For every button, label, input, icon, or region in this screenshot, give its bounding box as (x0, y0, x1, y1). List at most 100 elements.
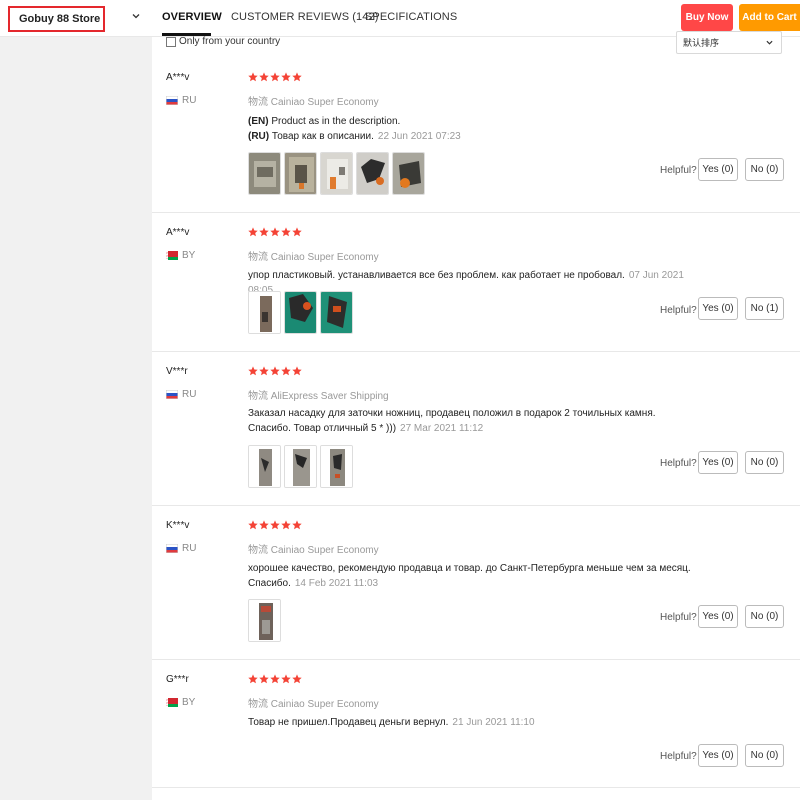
belarus-flag-icon (166, 251, 178, 260)
star-rating (248, 366, 302, 376)
review-body: упор пластиковый. устанавливается все бе… (248, 270, 625, 281)
review-photos (248, 152, 425, 195)
review-photo-thumbnail[interactable] (284, 291, 317, 334)
review-photo-thumbnail[interactable] (356, 152, 389, 195)
review-photo-thumbnail[interactable] (248, 152, 281, 195)
review-text-en: Product as in the description. (271, 116, 401, 127)
shipping-method: 物流 Cainiao Super Economy (248, 699, 379, 710)
review-date: 14 Feb 2021 11:03 (294, 578, 379, 589)
helpful-no-button[interactable]: No (1) (745, 297, 784, 320)
chevron-down-icon[interactable] (132, 12, 140, 20)
review-photo-thumbnail[interactable] (248, 599, 281, 642)
star-icon (270, 366, 280, 376)
star-icon (259, 366, 269, 376)
helpful-yes-button[interactable]: Yes (0) (698, 297, 738, 320)
reviewer-name: K***v (166, 520, 190, 531)
tab-overview[interactable]: OVERVIEW (162, 11, 222, 23)
reviewer-country: BY (182, 697, 196, 708)
sort-dropdown[interactable]: 默认排序 (676, 31, 782, 54)
left-sidebar-panel (0, 37, 152, 800)
helpful-no-button[interactable]: No (0) (745, 744, 784, 767)
review-photo-thumbnail[interactable] (320, 291, 353, 334)
star-icon (259, 674, 269, 684)
only-country-checkbox[interactable] (166, 36, 176, 47)
review-item: G***r BY 物流 Cainiao Super Economy Товар … (152, 660, 800, 788)
helpful-yes-button[interactable]: Yes (0) (698, 158, 738, 181)
star-icon (270, 520, 280, 530)
shipping-method: 物流 AliExpress Saver Shipping (248, 391, 389, 402)
helpful-no-button[interactable]: No (0) (745, 451, 784, 474)
star-icon (281, 227, 291, 237)
add-to-cart-button[interactable]: Add to Cart (739, 4, 800, 31)
review-text: хорошее качество, рекомендую продавца и … (248, 561, 718, 591)
review-body: Товар не пришел.Продавец деньги вернул. (248, 717, 449, 728)
helpful-label: Helpful? (660, 612, 697, 623)
review-text: Товар не пришел.Продавец деньги вернул. 2… (248, 715, 688, 730)
star-icon (259, 227, 269, 237)
country-filter: Only from your country (166, 36, 280, 47)
review-photo-thumbnail[interactable] (284, 152, 317, 195)
helpful-no-button[interactable]: No (0) (745, 605, 784, 628)
tab-specifications[interactable]: SPECIFICATIONS (365, 11, 457, 23)
review-photo-thumbnail[interactable] (320, 445, 353, 488)
helpful-no-button[interactable]: No (0) (745, 158, 784, 181)
russia-flag-icon (166, 96, 178, 105)
shipping-method: 物流 Cainiao Super Economy (248, 545, 379, 556)
star-icon (259, 72, 269, 82)
star-icon (292, 520, 302, 530)
review-date: 22 Jun 2021 07:23 (377, 131, 461, 142)
star-rating (248, 674, 302, 684)
helpful-yes-button[interactable]: Yes (0) (698, 744, 738, 767)
review-photo-thumbnail[interactable] (392, 152, 425, 195)
belarus-flag-icon (166, 698, 178, 707)
store-name: Gobuy 88 Store (19, 13, 101, 25)
review-photos (248, 291, 353, 334)
helpful-yes-button[interactable]: Yes (0) (698, 605, 738, 628)
review-text: (EN) Product as in the description. (RU)… (248, 114, 688, 144)
tab-customer-reviews[interactable]: CUSTOMER REVIEWS (142) (231, 11, 378, 23)
reviewer-country: BY (182, 250, 196, 261)
only-country-label[interactable]: Only from your country (179, 36, 280, 47)
review-text-ru: Товар как в описании. (271, 131, 374, 142)
reviewer-name: A***v (166, 72, 190, 83)
star-icon (259, 520, 269, 530)
chevron-down-icon (766, 39, 773, 46)
lang-tag-ru: (RU) (248, 131, 270, 142)
helpful-yes-button[interactable]: Yes (0) (698, 451, 738, 474)
star-rating (248, 520, 302, 530)
star-icon (281, 520, 291, 530)
star-icon (292, 674, 302, 684)
review-photo-thumbnail[interactable] (248, 291, 281, 334)
helpful-label: Helpful? (660, 458, 697, 469)
star-icon (248, 366, 258, 376)
star-icon (292, 227, 302, 237)
review-photo-thumbnail[interactable] (320, 152, 353, 195)
shipping-method: 物流 Cainiao Super Economy (248, 252, 379, 263)
star-icon (248, 674, 258, 684)
buy-now-button[interactable]: Buy Now (681, 4, 733, 31)
star-icon (270, 72, 280, 82)
star-icon (270, 674, 280, 684)
russia-flag-icon (166, 544, 178, 553)
review-photos (248, 445, 353, 488)
star-icon (248, 227, 258, 237)
star-rating (248, 227, 302, 237)
reviewer-country: RU (182, 543, 197, 554)
star-icon (281, 674, 291, 684)
star-icon (281, 366, 291, 376)
review-photo-thumbnail[interactable] (284, 445, 317, 488)
review-photo-thumbnail[interactable] (248, 445, 281, 488)
star-icon (292, 366, 302, 376)
shipping-method: 物流 Cainiao Super Economy (248, 97, 379, 108)
review-photos (248, 599, 281, 642)
reviewer-country: RU (182, 95, 197, 106)
reviewer-country: RU (182, 389, 197, 400)
lang-tag-en: (EN) (248, 116, 269, 127)
review-item: K***v RU 物流 Cainiao Super Economy хороше… (152, 506, 800, 660)
review-text: Заказал насадку для заточки ножниц, прод… (248, 406, 693, 436)
reviewer-name: A***v (166, 227, 190, 238)
store-name-box[interactable]: Gobuy 88 Store (8, 6, 105, 32)
reviewer-name: G***r (166, 674, 189, 685)
reviewer-name: V***r (166, 366, 188, 377)
star-icon (248, 520, 258, 530)
